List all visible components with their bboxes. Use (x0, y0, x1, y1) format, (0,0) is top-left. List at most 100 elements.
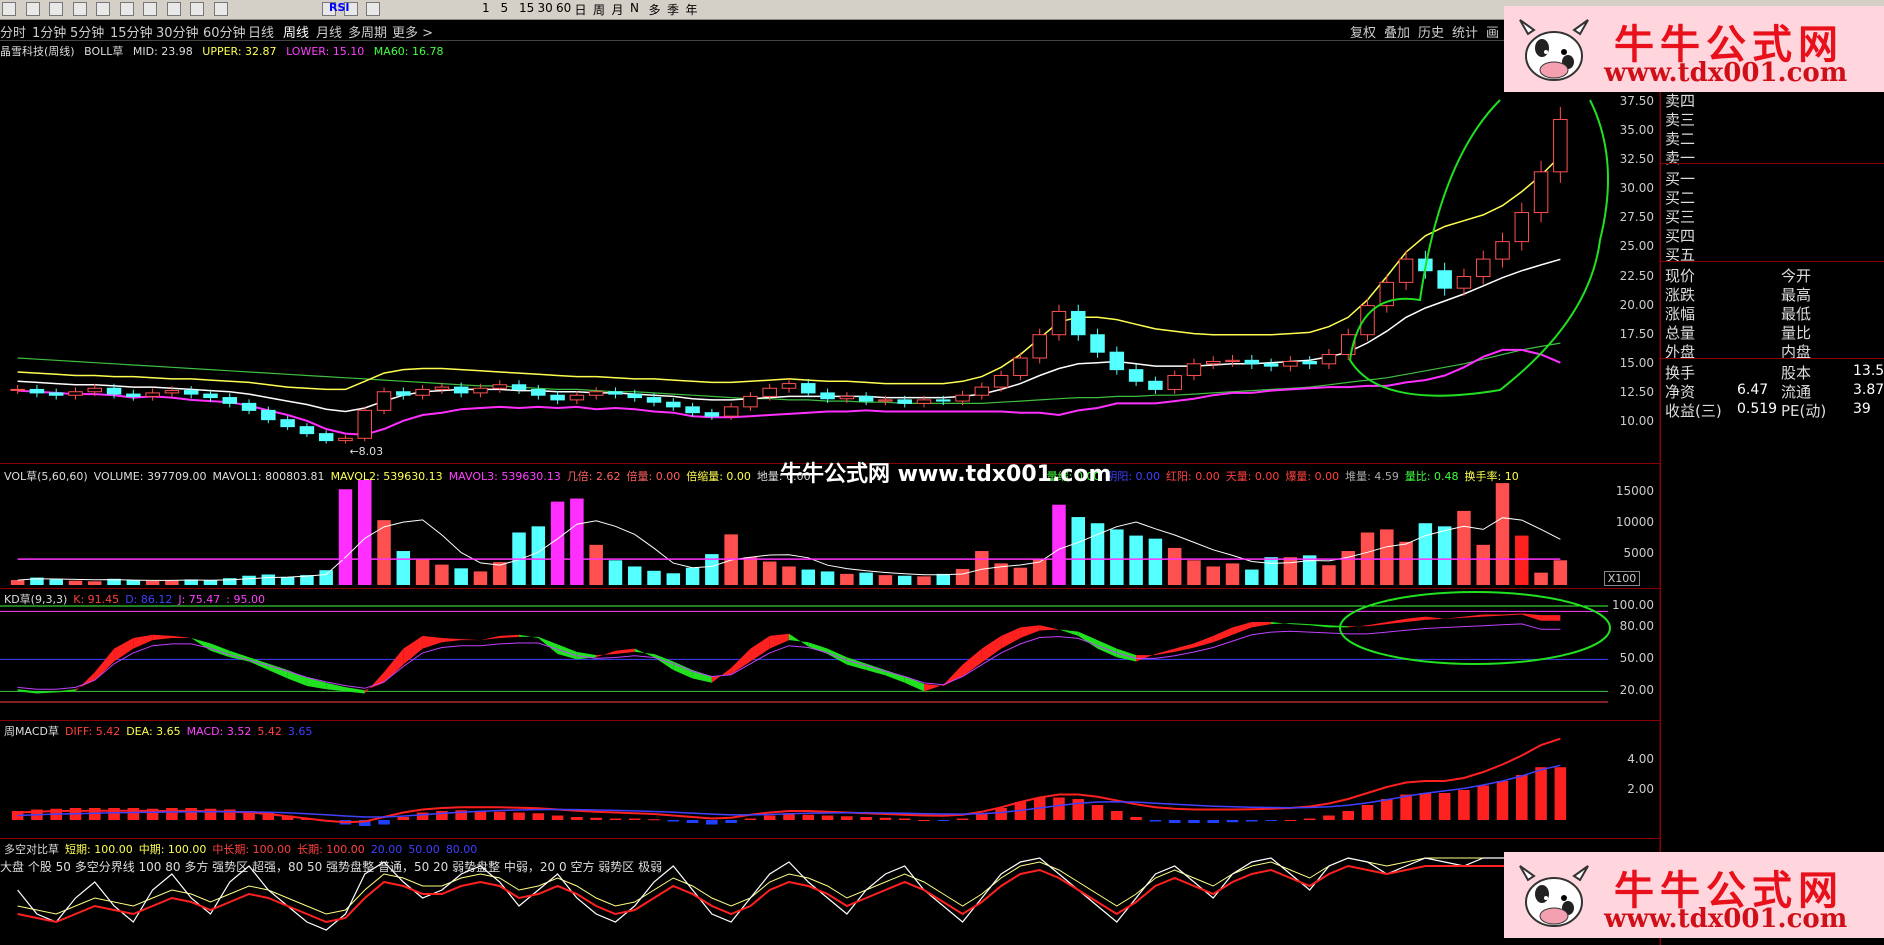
bar-icon[interactable] (25, 2, 40, 16)
macd-bar (706, 820, 718, 825)
f3-icon[interactable] (166, 2, 181, 16)
k-icon[interactable] (49, 2, 63, 16)
table-icon[interactable] (72, 2, 87, 16)
period-6[interactable]: 日线 (248, 22, 274, 41)
kd-ribbon (962, 648, 982, 677)
kd-ribbon (1193, 635, 1214, 648)
toolbar-period-10[interactable]: 季 (667, 1, 679, 18)
volume-bar (396, 551, 411, 585)
volume-bar (473, 571, 488, 585)
right-button-1[interactable]: 叠加 (1384, 22, 1410, 41)
right-button-0[interactable]: 复权 (1350, 22, 1376, 41)
volume-bar (1283, 557, 1298, 585)
f4-icon[interactable] (190, 2, 204, 16)
right-button-2[interactable]: 历史 (1418, 22, 1444, 41)
candle (10, 388, 25, 391)
kd-ribbon (1483, 614, 1503, 617)
macd-bar (1400, 794, 1412, 820)
toolbar-period-0[interactable]: 1 (482, 1, 490, 15)
candle (839, 395, 855, 400)
quote-label-right-3: 量比 (1781, 324, 1812, 342)
draw-icon[interactable] (213, 2, 228, 16)
macd-bar (841, 816, 853, 820)
cow-logo-icon (1519, 865, 1589, 927)
macd-bar (1246, 820, 1258, 822)
kd-ribbon (943, 664, 963, 686)
center-watermark: 牛牛公式网 www.tdx001.com (780, 462, 1112, 487)
buy-level-2: 买三 (1665, 208, 1696, 226)
toolbar-period-11[interactable]: 年 (686, 1, 698, 18)
record-icon[interactable] (2, 2, 16, 16)
kd-ribbon (441, 638, 462, 643)
macd-bar (1226, 820, 1239, 823)
period-9[interactable]: 多周期 (348, 22, 387, 41)
macd-bar (1438, 793, 1451, 820)
period-10[interactable]: 更多 > (392, 22, 433, 41)
quote-label-1: 涨跌 (1665, 286, 1696, 304)
f2-icon[interactable] (143, 2, 157, 16)
toolbar-period-3[interactable]: 30 (538, 1, 553, 15)
toolbar-period-7[interactable]: 月 (612, 1, 624, 18)
volume-bar (666, 573, 681, 585)
toolbar-period-4[interactable]: 60 (556, 1, 571, 15)
candle (357, 409, 373, 439)
candle (820, 392, 835, 400)
toolbar-period-6[interactable]: 周 (593, 1, 605, 18)
divider (1661, 261, 1884, 262)
macd-bar (667, 820, 680, 822)
volume-bar (1457, 510, 1471, 585)
kd-ribbon (1328, 625, 1349, 628)
toolbar-period-1[interactable]: 5 (501, 1, 509, 15)
macd-bar (185, 808, 197, 820)
toolbar-period-8[interactable]: N (630, 1, 639, 15)
period-1[interactable]: 1分钟 (32, 22, 66, 41)
volume-bar (550, 501, 565, 585)
period-0[interactable]: 分时 (0, 22, 26, 41)
period-8[interactable]: 月线 (316, 22, 342, 41)
volume-bar (203, 580, 218, 585)
period-2[interactable]: 5分钟 (70, 22, 104, 41)
period-5[interactable]: 60分钟 (203, 22, 246, 41)
kd-ribbon (152, 634, 172, 641)
cmp-icon[interactable] (96, 2, 110, 16)
macd-bar (1284, 820, 1297, 821)
candle (550, 394, 565, 401)
candle (1475, 258, 1491, 278)
volume-bar (647, 570, 661, 585)
kd-ribbon (268, 663, 288, 679)
price-tick-11: 10.00 (1619, 414, 1654, 428)
toolbar-period-9[interactable]: 多 (649, 1, 661, 18)
candle (318, 433, 334, 442)
period-7[interactable]: 周线 (283, 22, 309, 41)
right-button-3[interactable]: 统计 (1452, 22, 1478, 41)
right-button-4[interactable]: 画 (1486, 22, 1499, 41)
candle (1071, 310, 1086, 336)
macd-bar (1554, 767, 1567, 820)
macd-bar (783, 814, 795, 820)
candle (993, 374, 1009, 388)
macd-tick-0: 4.00 (1627, 752, 1654, 766)
volume-bar (1515, 535, 1529, 585)
low-price-label: ←8.03 (349, 445, 383, 458)
macd-bar (956, 818, 969, 820)
f1-icon[interactable] (119, 2, 134, 16)
macd-bar (821, 815, 834, 820)
candle (222, 397, 238, 404)
candle (511, 384, 527, 390)
period-4[interactable]: 30分钟 (156, 22, 199, 41)
toolbar-period-2[interactable]: 15 (519, 1, 534, 15)
macd-bar (378, 820, 390, 825)
volume-bar (897, 575, 912, 585)
candle (666, 401, 681, 408)
chart-area[interactable]: ←8.03 (0, 40, 1660, 945)
period-3[interactable]: 15分钟 (110, 22, 153, 41)
refresh-icon[interactable] (366, 2, 380, 16)
kd-ribbon (538, 636, 558, 654)
kd-ribbon (557, 644, 577, 660)
macd-bar (860, 817, 872, 820)
buy-level-3: 买四 (1665, 227, 1696, 245)
price-tick-7: 20.00 (1619, 297, 1654, 312)
toolbar-period-5[interactable]: 日 (575, 1, 587, 18)
rsi-icon[interactable]: RSI (329, 1, 350, 14)
candle (48, 392, 64, 396)
